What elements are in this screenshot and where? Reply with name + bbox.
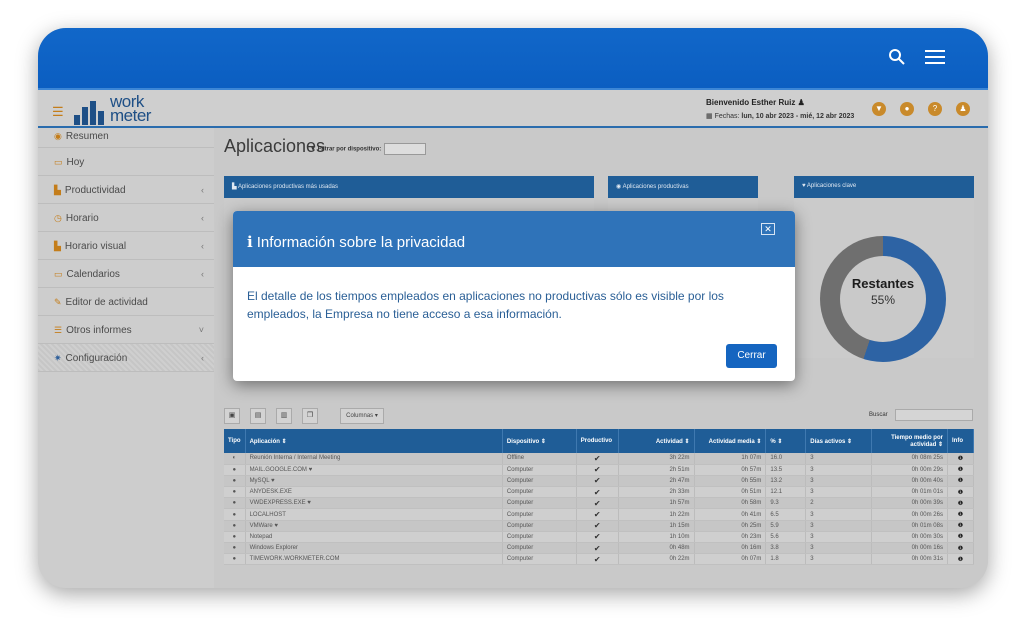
close-icon[interactable]: ✕ [761, 223, 775, 235]
app-frame: ☰ work meter Bienvenido Esther Ruiz ♟ ▦ F… [38, 28, 988, 588]
modal-body: El detalle de los tiempos empleados en a… [247, 289, 724, 321]
close-button[interactable]: Cerrar [726, 344, 777, 368]
modal-title: i Información sobre la privacidad [247, 233, 466, 251]
privacy-modal: i Información sobre la privacidad ✕ El de… [233, 211, 795, 381]
modal-backdrop: i Información sobre la privacidad ✕ El de… [38, 28, 988, 588]
info-icon: i [247, 233, 253, 251]
modal-header: i Información sobre la privacidad ✕ [233, 211, 795, 267]
